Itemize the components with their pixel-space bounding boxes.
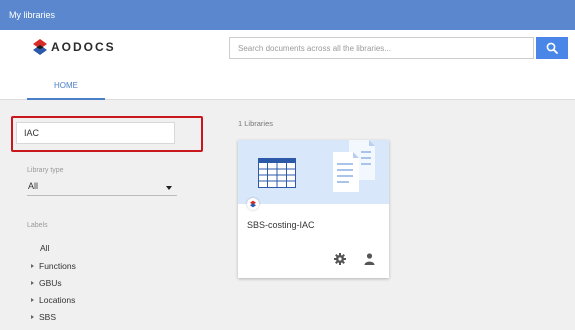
aodocs-badge-icon [247, 198, 259, 210]
search-icon [546, 42, 558, 54]
library-card[interactable]: SBS-costing-IAC [238, 140, 389, 278]
label-item-text: Functions [39, 261, 76, 271]
label-item-locations[interactable]: Locations [31, 295, 75, 305]
search-button[interactable] [536, 37, 568, 59]
user-icon[interactable] [364, 253, 375, 265]
caret-right-icon [31, 314, 34, 319]
label-item-all[interactable]: All [40, 243, 49, 253]
library-type-select[interactable]: All [27, 181, 177, 196]
label-item-gbus[interactable]: GBUs [31, 278, 62, 288]
header: AODOCS HOME [0, 30, 575, 100]
label-item-text: GBUs [39, 278, 62, 288]
library-count: 1 Libraries [238, 119, 274, 128]
window-title: My libraries [0, 0, 575, 30]
caret-right-icon [31, 280, 34, 285]
logo-text: AODOCS [51, 40, 116, 54]
caret-right-icon [31, 297, 34, 302]
search-input[interactable] [229, 37, 534, 59]
library-type-label: Library type [27, 167, 64, 174]
settings-icon[interactable] [334, 253, 346, 265]
aodocs-logo-icon [33, 39, 47, 55]
highlight-box [11, 116, 203, 152]
library-type-value: All [28, 181, 39, 191]
label-item-functions[interactable]: Functions [31, 261, 76, 271]
library-name: SBS-costing-IAC [247, 220, 315, 230]
caret-right-icon [31, 263, 34, 268]
chevron-down-icon [166, 186, 172, 190]
aodocs-logo[interactable]: AODOCS [33, 39, 116, 55]
tab-home[interactable]: HOME [27, 72, 105, 100]
label-item-text: Locations [39, 295, 76, 305]
document-icon [333, 140, 375, 192]
label-item-text: All [40, 243, 50, 253]
spreadsheet-icon [258, 158, 296, 188]
card-banner [238, 140, 389, 204]
labels-heading: Labels [27, 222, 48, 229]
label-item-text: SBS [39, 312, 57, 322]
label-item-sbs[interactable]: SBS [31, 312, 56, 322]
